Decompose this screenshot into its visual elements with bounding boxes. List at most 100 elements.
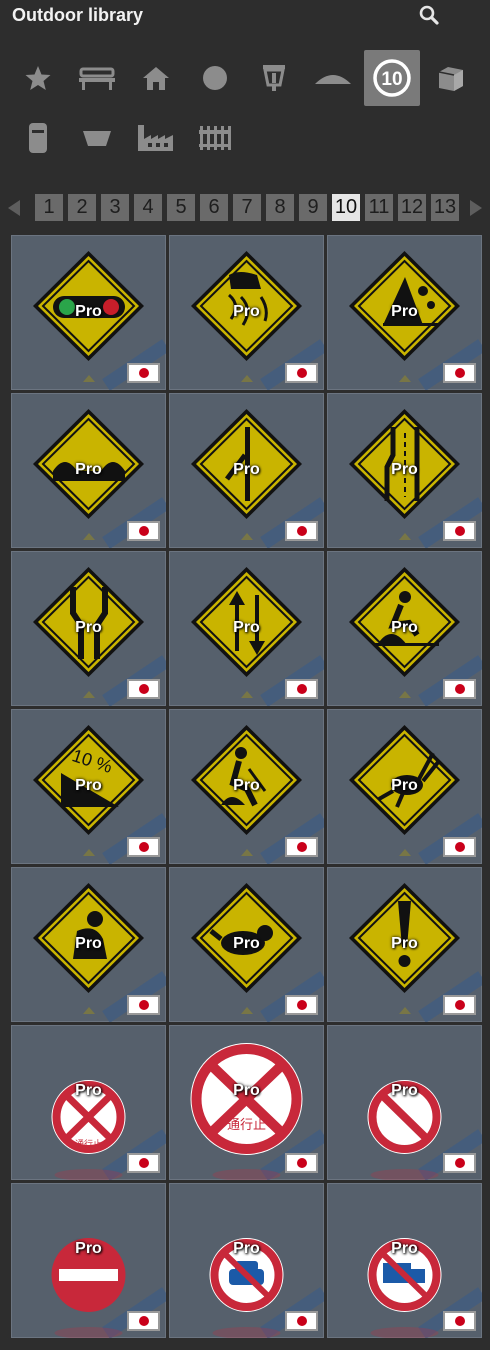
canopy-icon	[315, 75, 351, 84]
page-8[interactable]: 8	[266, 194, 294, 221]
category-star[interactable]	[10, 50, 66, 106]
category-factory[interactable]	[128, 110, 184, 166]
svg-text:通行止: 通行止	[75, 1138, 102, 1149]
pro-badge: Pro	[391, 461, 418, 478]
category-box[interactable]	[423, 50, 479, 106]
japan-flag-icon	[285, 837, 318, 857]
page-6[interactable]: 6	[200, 194, 228, 221]
page-2[interactable]: 2	[68, 194, 96, 221]
japan-flag-icon	[127, 995, 160, 1015]
japan-flag-icon	[443, 1153, 476, 1173]
svg-text:10: 10	[381, 69, 402, 90]
rabbit-crossing-warning-item[interactable]: Pro	[327, 709, 482, 864]
page-5[interactable]: 5	[167, 194, 195, 221]
page-7[interactable]: 7	[233, 194, 261, 221]
pro-badge: Pro	[75, 1082, 102, 1099]
star-icon	[25, 66, 51, 90]
japan-flag-icon	[285, 521, 318, 541]
lane-reduction-warning-item[interactable]: Pro	[327, 393, 482, 548]
pro-badge: Pro	[391, 1082, 418, 1099]
road-works-worker-warning-item[interactable]: Pro	[169, 709, 324, 864]
prev-page-arrow-icon[interactable]	[8, 200, 20, 216]
raccoon-crossing-warning-item[interactable]: Pro	[169, 867, 324, 1022]
japan-flag-icon	[443, 837, 476, 857]
planter-icon	[83, 131, 111, 146]
bin-icon	[29, 123, 47, 153]
pagination: 1 2 3 4 5 6 7 8 9 10 11 12 13	[0, 192, 490, 224]
traffic-sign-icon: 10	[373, 59, 411, 97]
monkey-crossing-warning-item[interactable]: Pro	[11, 867, 166, 1022]
pro-badge: Pro	[391, 1240, 418, 1257]
japan-flag-icon	[443, 995, 476, 1015]
category-house[interactable]	[128, 50, 184, 106]
japan-flag-icon	[127, 679, 160, 699]
house-icon	[143, 67, 169, 90]
circle-icon	[203, 66, 227, 90]
page-10[interactable]: 10	[332, 194, 360, 221]
two-way-traffic-warning-item[interactable]: Pro	[169, 551, 324, 706]
pro-badge: Pro	[233, 777, 260, 794]
japan-flag-icon	[127, 837, 160, 857]
japan-flag-icon	[127, 521, 160, 541]
japan-flag-icon	[443, 363, 476, 383]
caution-exclamation-warning-item[interactable]: Pro	[327, 867, 482, 1022]
pro-badge: Pro	[233, 1240, 260, 1257]
pro-badge: Pro	[233, 461, 260, 478]
bench-icon	[79, 67, 115, 90]
japan-flag-icon	[285, 1311, 318, 1331]
category-bin[interactable]	[10, 110, 66, 166]
road-narrows-warning-item[interactable]: Pro	[11, 551, 166, 706]
steep-descent-warning-item[interactable]: 10 % Pro	[11, 709, 166, 864]
pro-badge: Pro	[391, 777, 418, 794]
japan-flag-icon	[443, 1311, 476, 1331]
page-3[interactable]: 3	[101, 194, 129, 221]
factory-icon	[138, 125, 173, 151]
lane-merge-warning-item[interactable]: Pro	[169, 393, 324, 548]
category-canopy[interactable]	[305, 50, 361, 106]
svg-text:通行止: 通行止	[227, 1117, 266, 1132]
next-page-arrow-icon[interactable]	[470, 200, 482, 216]
library-header: Outdoor library	[0, 0, 490, 34]
pro-badge: Pro	[233, 303, 260, 320]
pro-badge: Pro	[391, 935, 418, 952]
no-cars-item[interactable]: Pro	[169, 1183, 324, 1338]
no-trucks-item[interactable]: Pro	[327, 1183, 482, 1338]
pro-badge: Pro	[233, 1082, 260, 1099]
pro-badge: Pro	[233, 619, 260, 636]
pro-badge: Pro	[75, 619, 102, 636]
traffic-light-warning-item[interactable]: Pro	[11, 235, 166, 390]
page-4[interactable]: 4	[134, 194, 162, 221]
japan-flag-icon	[443, 679, 476, 699]
road-closed-item[interactable]: 通行止 Pro	[11, 1025, 166, 1180]
slippery-road-warning-item[interactable]: Pro	[169, 235, 324, 390]
page-11[interactable]: 11	[365, 194, 393, 221]
bumpy-road-warning-item[interactable]: Pro	[11, 393, 166, 548]
box-icon	[438, 67, 463, 91]
category-fence[interactable]	[187, 110, 243, 166]
category-street-lamp[interactable]	[246, 50, 302, 106]
japan-flag-icon	[443, 521, 476, 541]
japan-flag-icon	[285, 679, 318, 699]
category-bench[interactable]	[69, 50, 125, 106]
pro-badge: Pro	[75, 303, 102, 320]
japan-flag-icon	[285, 363, 318, 383]
road-works-warning-item[interactable]: Pro	[327, 551, 482, 706]
page-12[interactable]: 12	[398, 194, 426, 221]
japan-flag-icon	[285, 1153, 318, 1173]
search-icon[interactable]	[418, 4, 440, 26]
page-1[interactable]: 1	[35, 194, 63, 221]
japan-flag-icon	[127, 1153, 160, 1173]
category-circle[interactable]	[187, 50, 243, 106]
pro-badge: Pro	[75, 935, 102, 952]
page-13[interactable]: 13	[431, 194, 459, 221]
page-9[interactable]: 9	[299, 194, 327, 221]
library-title: Outdoor library	[12, 5, 144, 25]
no-entry-item[interactable]: Pro	[11, 1183, 166, 1338]
category-planter[interactable]	[69, 110, 125, 166]
falling-rocks-warning-item[interactable]: Pro	[327, 235, 482, 390]
no-parking-item[interactable]: Pro	[327, 1025, 482, 1180]
pro-badge: Pro	[391, 303, 418, 320]
category-traffic-sign[interactable]: 10	[364, 50, 420, 106]
road-closed-large-item[interactable]: 通行止 Pro	[169, 1025, 324, 1180]
pro-badge: Pro	[75, 461, 102, 478]
